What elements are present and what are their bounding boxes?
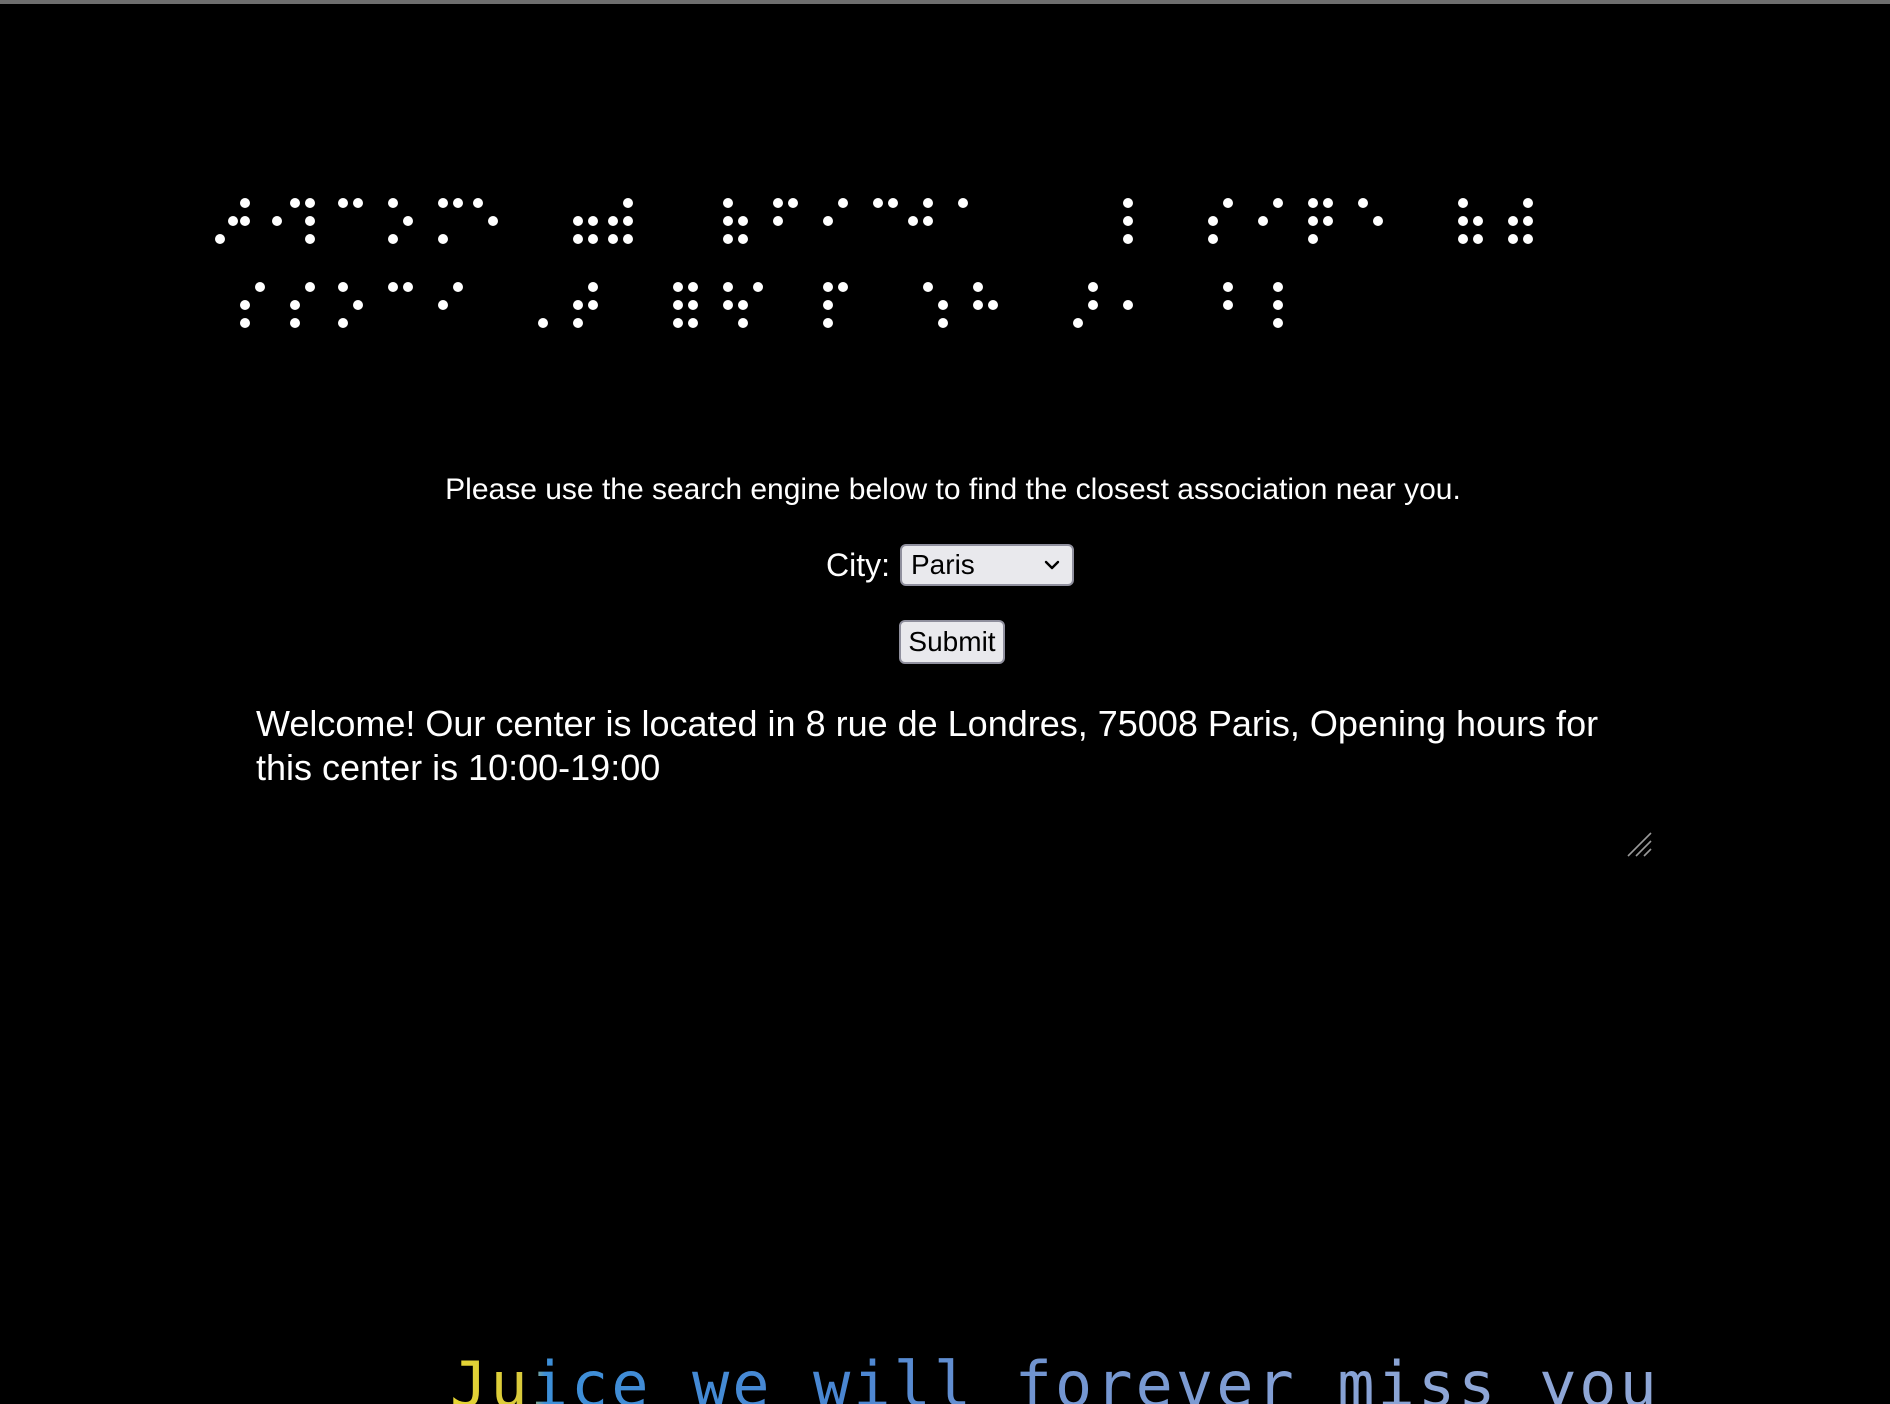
resize-grip-icon[interactable] [1622,827,1654,859]
city-select[interactable]: Paris [900,544,1074,586]
braille-line-2 [240,282,1283,328]
result-message: Welcome! Our center is located in 8 rue … [256,703,1599,788]
city-label: City: [826,546,890,583]
braille-line-1 [215,198,1533,244]
city-field-row: City: Paris [826,543,1074,587]
braille-banner: ⠠⠏⠇⠑⠁⠎⠑ ⠿⠿ ⠋⠊⠝⠙ ⠁⠝ ⠁⠎⠎⠕⠉⠊⠁⠞⠊⠕⠝ [215,190,1595,340]
window-top-border [0,0,1890,4]
braille-dots-graphic [215,198,1533,328]
submit-button[interactable]: Submit [899,620,1005,664]
search-instructions: Please use the search engine below to fi… [445,473,1461,506]
city-select-value: Paris [911,549,975,580]
tribute-text: Juice we will forever miss you [450,1342,1850,1404]
chevron-down-icon [1044,546,1060,584]
result-textarea[interactable]: Welcome! Our center is located in 8 rue … [248,700,1653,860]
